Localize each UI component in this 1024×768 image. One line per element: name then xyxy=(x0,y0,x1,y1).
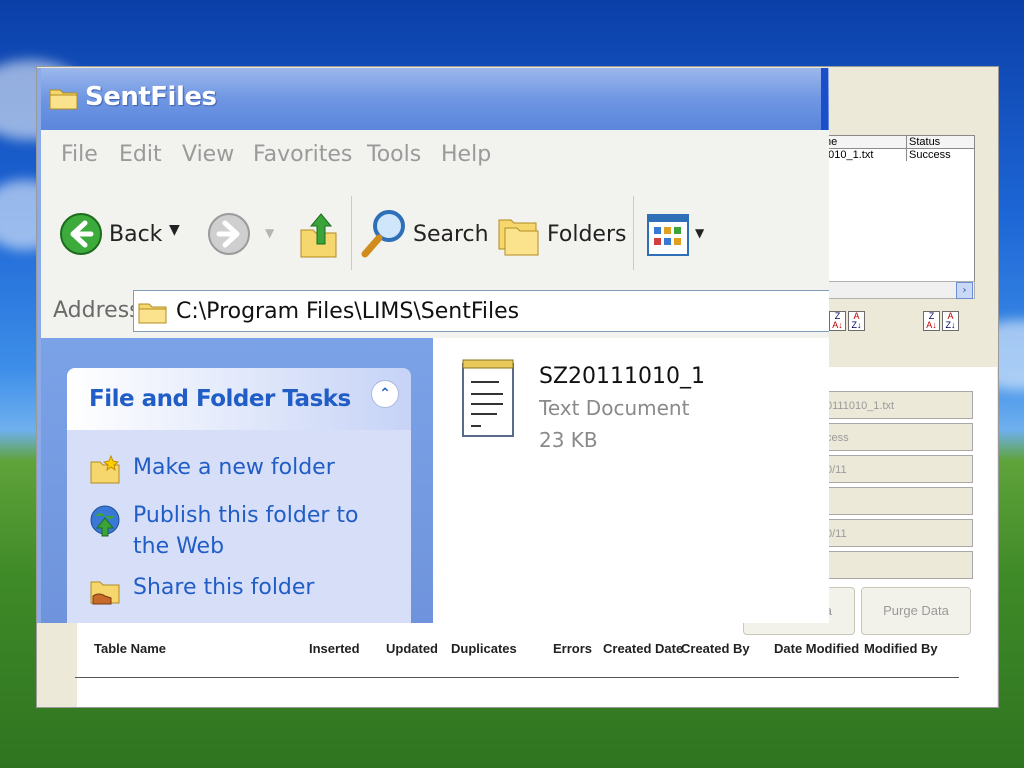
column-modified-by[interactable]: Modified By xyxy=(864,641,938,656)
file-size: 23 KB xyxy=(539,428,598,452)
column-errors[interactable]: Errors xyxy=(553,641,592,656)
list-header-status[interactable]: Status xyxy=(906,136,974,149)
publish-web-icon xyxy=(89,504,121,542)
address-path: C:\Program Files\LIMS\SentFiles xyxy=(176,299,520,324)
list-cell-status: Success xyxy=(906,149,974,161)
search-label: Search xyxy=(413,222,489,247)
back-button[interactable]: Back ▼ xyxy=(59,208,189,260)
new-folder-icon xyxy=(89,454,121,490)
folder-icon xyxy=(49,85,79,115)
toolbar: Back ▼ ▼ Search Folders ▼ xyxy=(41,184,829,285)
views-icon[interactable] xyxy=(647,214,689,260)
back-arrow-icon xyxy=(59,212,103,260)
folders-icon xyxy=(497,210,541,262)
back-label: Back xyxy=(109,222,163,247)
title-bar[interactable]: SentFiles xyxy=(41,68,829,130)
task-panel-body: Make a new folder Publish this folder to… xyxy=(67,430,411,623)
column-created-by[interactable]: Created By xyxy=(681,641,750,656)
up-folder-icon[interactable] xyxy=(297,210,341,264)
menu-view[interactable]: View xyxy=(182,142,234,167)
status-field[interactable]: cess xyxy=(819,423,973,451)
date-field[interactable]: 0/11 xyxy=(819,519,973,547)
window-title: SentFiles xyxy=(85,82,217,112)
task-panel-header[interactable]: File and Folder Tasks ⌃ xyxy=(67,368,411,430)
column-date-modified[interactable]: Date Modified xyxy=(774,641,859,656)
share-folder-icon xyxy=(89,574,121,610)
address-bar: Address C:\Program Files\LIMS\SentFiles xyxy=(41,284,829,338)
share-folder-link[interactable]: Share this folder xyxy=(133,572,383,603)
table-header: Table Name Inserted Updated Duplicates E… xyxy=(75,633,995,665)
toolbar-separator xyxy=(633,196,634,270)
address-input[interactable]: C:\Program Files\LIMS\SentFiles xyxy=(133,290,829,332)
menu-bar: File Edit View Favorites Tools Help xyxy=(41,130,829,185)
file-list-area[interactable]: SZ20111010_1 Text Document 23 KB xyxy=(433,338,829,623)
list-item[interactable]: 1010_1.txt Success xyxy=(820,149,974,161)
column-inserted[interactable]: Inserted xyxy=(309,641,360,656)
sort-ascending-icon[interactable]: Z A↓ xyxy=(923,311,940,331)
scroll-right-icon[interactable]: › xyxy=(956,282,973,299)
explorer-window: SentFiles File Edit View Favorites Tools… xyxy=(37,68,829,623)
empty-field[interactable] xyxy=(819,551,973,579)
address-label: Address xyxy=(53,298,141,323)
list-cell-name: 1010_1.txt xyxy=(822,149,874,161)
folders-label: Folders xyxy=(547,222,627,247)
forward-arrow-icon[interactable] xyxy=(207,212,251,260)
folders-button[interactable]: Folders xyxy=(497,208,627,260)
chevron-down-icon[interactable]: ▼ xyxy=(695,226,704,240)
search-icon xyxy=(361,208,409,264)
window-edge xyxy=(821,68,828,130)
empty-field[interactable] xyxy=(819,487,973,515)
menu-favorites[interactable]: Favorites xyxy=(253,142,352,167)
menu-file[interactable]: File xyxy=(61,142,98,167)
column-updated[interactable]: Updated xyxy=(386,641,438,656)
tasks-pane: File and Folder Tasks ⌃ Make a new folde… xyxy=(41,338,433,623)
menu-edit[interactable]: Edit xyxy=(119,142,162,167)
file-type: Text Document xyxy=(539,396,690,420)
date-field[interactable]: 0/11 xyxy=(819,455,973,483)
notepad-file-icon xyxy=(459,354,519,444)
column-created-date[interactable]: Created Date xyxy=(603,641,683,656)
search-button[interactable]: Search xyxy=(361,208,489,260)
sort-ascending-icon[interactable]: Z A↓ xyxy=(829,311,846,331)
file-name-field[interactable]: 0111010_1.txt xyxy=(819,391,973,419)
chevron-down-icon[interactable]: ▼ xyxy=(265,226,274,240)
horizontal-scrollbar[interactable]: › xyxy=(819,281,975,299)
results-list[interactable]: me Status 1010_1.txt Success xyxy=(819,135,975,295)
task-panel-title: File and Folder Tasks xyxy=(89,386,351,412)
purge-data-button[interactable]: Purge Data xyxy=(861,587,971,635)
file-folder-tasks-panel: File and Folder Tasks ⌃ Make a new folde… xyxy=(67,368,411,623)
sort-descending-icon[interactable]: A Z↓ xyxy=(848,311,865,331)
menu-tools[interactable]: Tools xyxy=(367,142,421,167)
column-duplicates[interactable]: Duplicates xyxy=(451,641,517,656)
menu-help[interactable]: Help xyxy=(441,142,491,167)
toolbar-separator xyxy=(351,196,352,270)
file-name: SZ20111010_1 xyxy=(539,364,706,389)
chevron-down-icon[interactable]: ▼ xyxy=(169,222,180,238)
table-divider xyxy=(75,677,959,678)
file-item[interactable]: SZ20111010_1 Text Document 23 KB xyxy=(433,338,829,468)
make-new-folder-link[interactable]: Make a new folder xyxy=(133,452,383,483)
sort-descending-icon[interactable]: A Z↓ xyxy=(942,311,959,331)
publish-folder-link[interactable]: Publish this folder to the Web xyxy=(133,500,383,562)
column-table-name[interactable]: Table Name xyxy=(94,641,166,656)
collapse-chevron-icon[interactable]: ⌃ xyxy=(371,380,399,408)
folder-icon xyxy=(138,299,168,329)
list-header-name[interactable]: me xyxy=(820,136,906,149)
